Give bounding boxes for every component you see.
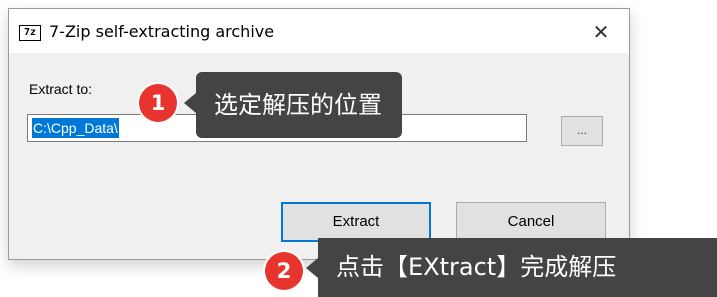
close-icon: ✕ bbox=[592, 20, 610, 44]
annotation-1-text: 选定解压的位置 bbox=[214, 91, 382, 119]
step-badge-1: 1 bbox=[139, 84, 177, 122]
extract-to-label: Extract to: bbox=[29, 81, 93, 97]
annotation-2-text: 点击【EXtract】完成解压 bbox=[336, 253, 617, 281]
7zip-app-icon: 7z bbox=[19, 25, 41, 41]
window-title: 7-Zip self-extracting archive bbox=[49, 22, 275, 41]
annotation-callout-1: 选定解压的位置 bbox=[196, 72, 402, 138]
callout-2-pointer bbox=[306, 258, 318, 278]
callout-1-pointer bbox=[184, 93, 196, 113]
browse-button[interactable]: ... bbox=[561, 116, 603, 146]
extract-button[interactable]: Extract bbox=[281, 202, 431, 242]
title-bar: 7z 7-Zip self-extracting archive ✕ bbox=[9, 9, 629, 53]
cancel-button[interactable]: Cancel bbox=[456, 202, 606, 242]
step-badge-2: 2 bbox=[265, 252, 303, 290]
selected-path-text: C:\Cpp_Data\ bbox=[32, 118, 119, 138]
annotation-callout-2: 点击【EXtract】完成解压 bbox=[318, 238, 717, 297]
close-button[interactable]: ✕ bbox=[589, 21, 613, 43]
